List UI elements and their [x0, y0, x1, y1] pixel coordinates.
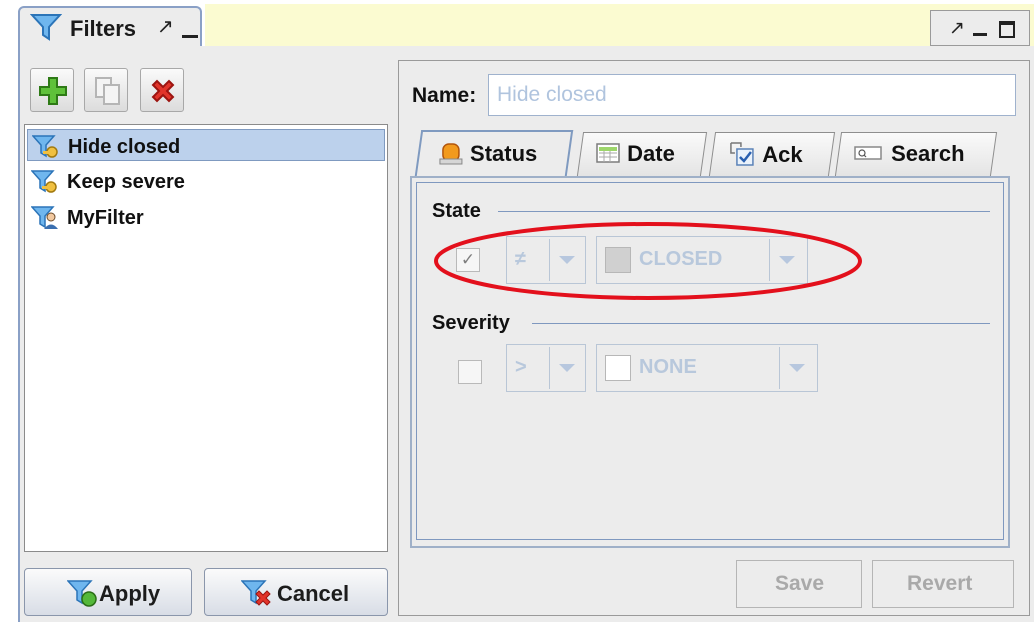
chevron-down-icon [549, 347, 584, 389]
severity-group-label: Severity [432, 312, 510, 334]
filter-name: Hide closed [68, 136, 181, 158]
checkbox-icon [730, 142, 754, 166]
name-label: Name: [412, 84, 477, 107]
revert-button[interactable]: Revert [872, 560, 1014, 608]
severity-value: NONE [639, 356, 697, 378]
funnel-icon [30, 14, 62, 41]
list-item[interactable]: Hide closed [27, 129, 385, 161]
tab-date[interactable]: Date [576, 132, 708, 176]
filter-cancel-icon [241, 580, 271, 606]
severity-color-swatch [605, 355, 631, 381]
minimize-icon[interactable] [973, 33, 987, 36]
filter-name: Keep severe [67, 171, 185, 193]
highlight-ellipse [434, 222, 862, 300]
delete-x-icon [151, 79, 175, 103]
cancel-label: Cancel [277, 581, 350, 606]
minimize-icon[interactable] [182, 35, 198, 38]
tab-status[interactable]: Status [414, 130, 574, 176]
panel-title: Filters [70, 16, 137, 41]
apply-label: Apply [99, 581, 161, 606]
save-label: Save [775, 572, 825, 595]
severity-operator-select[interactable]: > [506, 344, 586, 392]
apply-button[interactable]: Apply [24, 568, 192, 616]
filter-list[interactable]: Hide closed Keep severe MyFilter [24, 124, 388, 552]
revert-label: Revert [907, 572, 973, 595]
tab-ack[interactable]: Ack [708, 132, 836, 176]
alarm-bell-icon [439, 143, 463, 165]
filter-apply-icon [67, 580, 97, 607]
filter-user-icon [31, 206, 58, 229]
float-icon[interactable]: ↗ [949, 17, 965, 40]
list-item[interactable]: MyFilter [27, 201, 385, 233]
window-controls: ↗ [930, 10, 1030, 46]
tab-search[interactable]: Search [834, 132, 998, 176]
list-item[interactable]: Keep severe [27, 165, 385, 197]
save-button[interactable]: Save [736, 560, 862, 608]
copy-icon [95, 77, 120, 105]
filter-name: MyFilter [67, 207, 144, 229]
filters-panel-tab[interactable]: Filters ↗ [18, 6, 202, 46]
tab-label: Search [891, 141, 965, 166]
name-field[interactable] [488, 74, 1016, 116]
add-filter-button[interactable] [30, 68, 74, 112]
filter-key-icon [32, 135, 58, 158]
calendar-icon [596, 143, 620, 163]
cancel-button[interactable]: Cancel [204, 568, 388, 616]
severity-operator-value: > [515, 356, 527, 378]
tab-label: Status [470, 141, 538, 166]
tab-label: Ack [762, 142, 803, 167]
float-icon[interactable]: ↗ [157, 14, 174, 39]
filter-key-icon [31, 170, 57, 193]
tab-bar-background [205, 4, 1034, 47]
maximize-icon[interactable] [999, 21, 1015, 38]
tab-label: Date [627, 141, 675, 166]
severity-enable-checkbox[interactable] [458, 360, 482, 384]
severity-group-divider [532, 323, 990, 324]
add-plus-icon [39, 77, 67, 105]
chevron-down-icon [779, 347, 814, 389]
severity-value-select[interactable]: NONE [596, 344, 818, 392]
copy-filter-button[interactable] [84, 68, 128, 112]
delete-filter-button[interactable] [140, 68, 184, 112]
state-group-divider [498, 211, 990, 212]
search-icon [854, 146, 882, 160]
